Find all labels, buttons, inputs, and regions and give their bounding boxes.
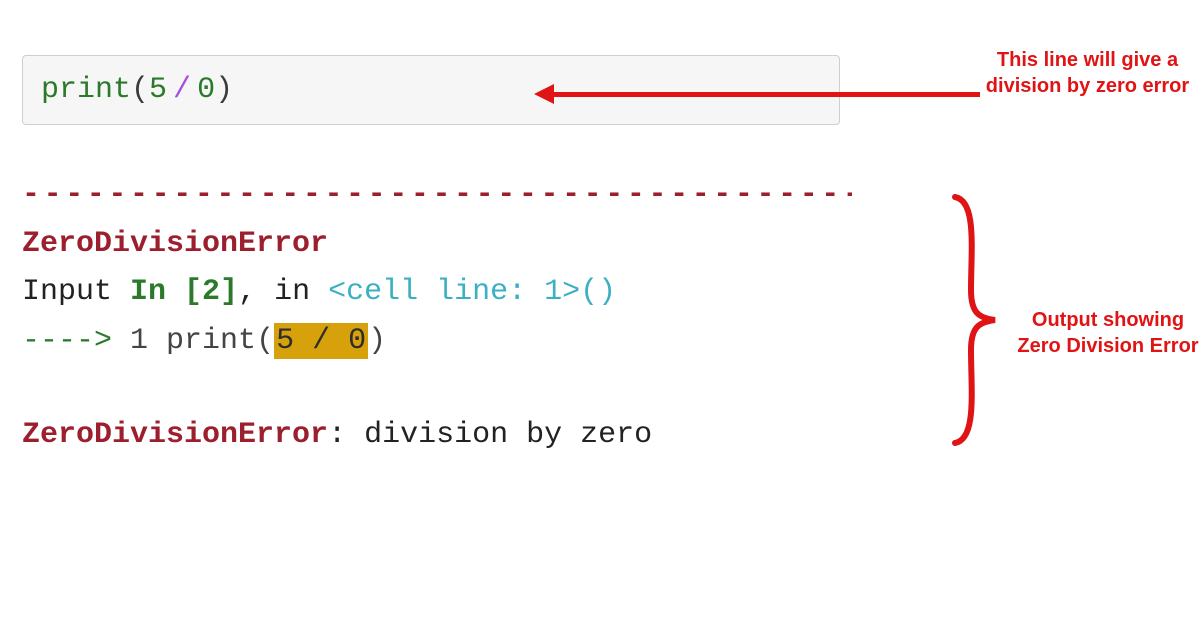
final-error-colon: : [328,418,364,452]
traceback-final-line: ZeroDivisionError: division by zero [22,412,852,459]
code-token-num1: 5 [149,71,167,110]
tb-comma-in: , in [238,275,328,309]
tb-input-prefix: Input [22,275,130,309]
tb-call-close: ) [368,324,386,358]
annotation-bottom: Output showing Zero Division Error [1008,308,1200,359]
annotation-top: This line will give a division by zero e… [980,48,1195,99]
final-error-message: division by zero [364,418,652,452]
code-token-lparen: ( [131,71,149,110]
error-name: ZeroDivisionError [22,221,852,268]
code-token-rparen: ) [215,71,233,110]
traceback-location-line: Input In [2], in <cell line: 1>() [22,269,852,316]
traceback-output: ----------------------------------------… [22,172,852,459]
tb-cell-ref: <cell line: 1> [328,275,580,309]
tb-highlight: 5 / 0 [274,323,368,359]
tb-in-keyword: In [2] [130,275,238,309]
tb-call-open: print( [148,324,274,358]
code-token-func: print [41,71,131,110]
code-token-num2: 0 [197,71,215,110]
tb-lineno: 1 [130,324,148,358]
final-error-name: ZeroDivisionError [22,418,328,452]
code-input-cell[interactable]: print(5/0) [22,55,840,125]
tb-paren-empty: () [580,275,616,309]
code-token-op: / [173,71,191,110]
curly-brace-icon [945,195,1000,445]
arrow-left-icon [550,92,980,97]
traceback-code-line: ----> 1 print(5 / 0) [22,318,852,365]
traceback-divider: ----------------------------------------… [22,172,852,219]
tb-arrow-marker: ----> [22,324,130,358]
